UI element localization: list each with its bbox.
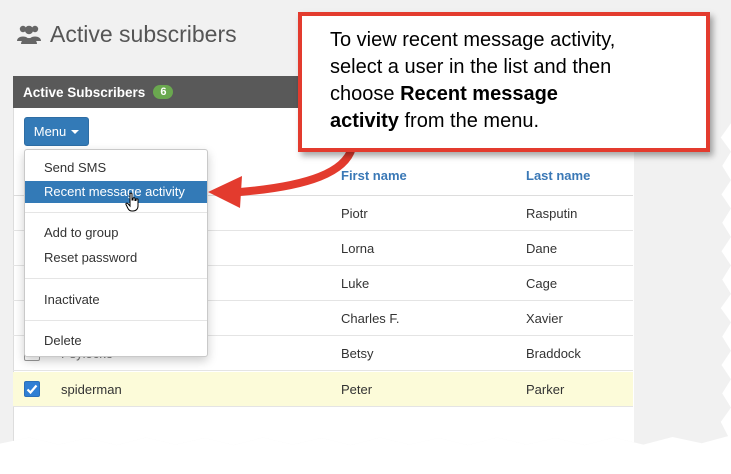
- callout-line-4-bold: activity: [330, 110, 399, 132]
- last-name-cell: Rasputin: [526, 206, 578, 221]
- first-name-cell: Charles F.: [341, 311, 400, 326]
- last-name-cell: Dane: [526, 241, 558, 256]
- hand-cursor-icon: [125, 192, 139, 212]
- first-name-cell: Peter: [341, 382, 373, 397]
- last-name-cell: Xavier: [526, 311, 563, 326]
- page-title-text: Active subscribers: [50, 20, 237, 47]
- callout-line-4: activity from the menu.: [330, 108, 696, 135]
- menu-item-delete[interactable]: Delete: [25, 330, 207, 352]
- users-icon: [16, 23, 42, 45]
- menu-dropdown: Send SMS Recent message activity Add to …: [24, 149, 208, 357]
- first-name-cell: Betsy: [341, 346, 374, 361]
- first-name-cell: Lorna: [341, 241, 375, 256]
- column-header-first-name[interactable]: First name: [341, 168, 407, 183]
- callout-line-3: choose Recent message: [330, 81, 696, 108]
- username-cell: spiderman: [61, 382, 122, 397]
- callout-line-1: To view recent message activity,: [330, 29, 616, 51]
- menu-divider: [25, 278, 207, 279]
- callout-line-3-text: choose: [330, 83, 401, 105]
- checkmark-icon: [26, 384, 38, 395]
- instruction-callout: To view recent message activity, select …: [298, 12, 710, 152]
- last-name-cell: Cage: [526, 276, 558, 291]
- row-checkbox-checked[interactable]: [24, 381, 40, 397]
- menu-button-label: Menu: [33, 124, 67, 139]
- panel-header-label: Active Subscribers: [23, 84, 146, 100]
- menu-item-inactivate[interactable]: Inactivate: [25, 289, 207, 311]
- table-row-selected[interactable]: spiderman Peter Parker: [13, 372, 633, 407]
- menu-item-add-to-group[interactable]: Add to group: [25, 222, 207, 244]
- menu-item-reset-password[interactable]: Reset password: [25, 247, 207, 269]
- callout-line-4-text: from the menu.: [398, 110, 539, 132]
- page-title: Active subscribers: [16, 18, 237, 50]
- last-name-cell: Parker: [526, 382, 565, 397]
- menu-button[interactable]: Menu: [24, 117, 89, 146]
- callout-line-2: select a user in the list and then: [330, 56, 612, 78]
- first-name-cell: Luke: [341, 276, 370, 291]
- menu-divider: [25, 212, 207, 213]
- menu-item-send-sms[interactable]: Send SMS: [25, 157, 207, 179]
- last-name-cell: Braddock: [526, 346, 581, 361]
- column-header-last-name[interactable]: Last name: [526, 168, 590, 183]
- callout-line-3-bold: Recent message: [400, 83, 558, 105]
- menu-item-recent-message-activity[interactable]: Recent message activity: [25, 181, 207, 203]
- first-name-cell: Piotr: [341, 206, 368, 221]
- caret-down-icon: [71, 129, 80, 134]
- menu-divider: [25, 320, 207, 321]
- subscriber-count-badge: 6: [153, 85, 174, 99]
